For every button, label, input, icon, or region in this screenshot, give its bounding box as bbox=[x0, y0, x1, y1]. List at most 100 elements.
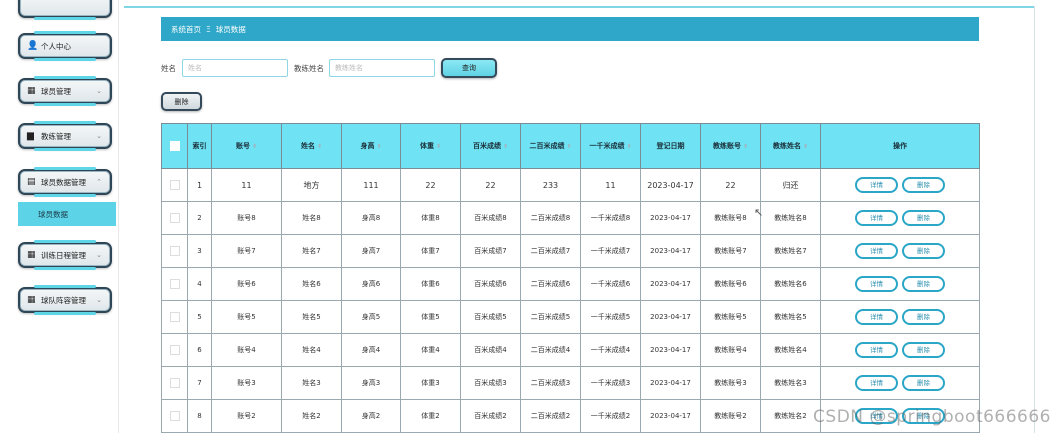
table-cell: 身高2 bbox=[341, 399, 401, 433]
sidebar-item-player-management[interactable]: ▦ 球员管理 ⌄ bbox=[18, 76, 112, 106]
row-actions: 详情 删除 bbox=[820, 333, 980, 367]
row-checkbox[interactable] bbox=[169, 180, 180, 190]
column-header[interactable]: 教练姓名 ⬍ bbox=[760, 123, 821, 169]
batch-delete-button[interactable]: 删除 bbox=[161, 92, 202, 111]
clipboard-icon: ▤ bbox=[27, 177, 36, 187]
table-cell: 二百米成绩4 bbox=[520, 333, 581, 367]
player-data-table: 索引 账号 ⬍ 姓名 ⬍ 身高 ⬍ 体重 ⬍ 百米成绩 ⬍ 二百米成绩 ⬍ 一千米成绩 ⬍ 登记日期 教练账号 ⬍… bbox=[161, 123, 980, 433]
row-checkbox[interactable] bbox=[169, 378, 180, 388]
table-cell: 姓名2 bbox=[281, 399, 342, 433]
sort-icon[interactable]: ⬍ bbox=[743, 143, 748, 150]
row-checkbox[interactable] bbox=[169, 411, 180, 421]
detail-button[interactable]: 详情 bbox=[855, 309, 898, 325]
table-cell: 2023-04-17 bbox=[640, 267, 701, 301]
sort-icon[interactable]: ⬍ bbox=[803, 143, 808, 150]
row-select-cell bbox=[161, 168, 188, 202]
select-all-header[interactable] bbox=[161, 123, 188, 169]
row-select-cell bbox=[161, 399, 188, 433]
sidebar-subitem-player-data[interactable]: 球员数据 bbox=[18, 202, 116, 226]
grid-icon: ▦ bbox=[27, 86, 36, 96]
right-frame-line bbox=[1034, 6, 1035, 433]
sort-icon[interactable]: ⬍ bbox=[252, 143, 257, 150]
name-input[interactable] bbox=[182, 59, 288, 77]
row-checkbox[interactable] bbox=[169, 279, 180, 289]
table-cell: 姓名8 bbox=[281, 201, 342, 235]
sort-icon[interactable]: ⬍ bbox=[503, 143, 508, 150]
sidebar-item-training-schedule[interactable]: ▦ 训练日程管理 ⌄ bbox=[18, 240, 112, 270]
detail-button[interactable]: 详情 bbox=[855, 210, 898, 226]
row-select-cell bbox=[161, 267, 188, 301]
delete-button[interactable]: 删除 bbox=[902, 309, 945, 325]
column-header-label: 百米成绩 bbox=[472, 142, 501, 150]
mouse-cursor-icon: ↖ bbox=[754, 206, 764, 219]
table-cell: 1 bbox=[187, 168, 212, 202]
column-header[interactable]: 一千米成绩 ⬍ bbox=[580, 123, 641, 169]
column-header: 索引 bbox=[187, 123, 212, 169]
table-cell: 体重4 bbox=[400, 333, 461, 367]
column-header-label: 身高 bbox=[360, 142, 375, 150]
row-checkbox[interactable] bbox=[169, 213, 180, 223]
delete-button[interactable]: 删除 bbox=[902, 276, 945, 292]
sort-icon[interactable]: ⬍ bbox=[436, 143, 441, 150]
delete-button[interactable]: 删除 bbox=[902, 177, 945, 193]
sidebar-item-coach-management[interactable]: ▆ 教练管理 ⌄ bbox=[18, 121, 112, 151]
query-button[interactable]: 查询 bbox=[441, 58, 497, 78]
detail-button[interactable]: 详情 bbox=[855, 177, 898, 193]
column-header[interactable]: 身高 ⬍ bbox=[341, 123, 401, 169]
table-cell: 身高8 bbox=[341, 201, 401, 235]
table-row: 2 账号8 姓名8 身高8 体重8 百米成绩8 二百米成绩8 一千米成绩8 2023-04-17… bbox=[161, 201, 980, 235]
table-cell: 2023-04-17 bbox=[640, 333, 701, 367]
name-label: 姓名 bbox=[161, 63, 176, 73]
table-cell: 2 bbox=[187, 201, 212, 235]
delete-button[interactable]: 删除 bbox=[902, 243, 945, 259]
breadcrumb-home[interactable]: 系统首页 bbox=[171, 24, 201, 35]
sort-icon[interactable]: ⬍ bbox=[566, 143, 571, 150]
row-select-cell bbox=[161, 300, 188, 334]
column-header[interactable]: 教练账号 ⬍ bbox=[700, 123, 761, 169]
sort-icon[interactable]: ⬍ bbox=[626, 143, 631, 150]
column-header[interactable]: 姓名 ⬍ bbox=[281, 123, 342, 169]
coach-name-input[interactable] bbox=[329, 59, 435, 77]
table-cell: 二百米成绩2 bbox=[520, 399, 581, 433]
row-actions: 详情 删除 bbox=[820, 201, 980, 235]
select-all-checkbox[interactable] bbox=[169, 141, 180, 151]
sidebar-item-label: 球员管理 bbox=[41, 86, 71, 96]
sidebar-item-team-lineup[interactable]: ▦ 球队阵容管理 ⌄ bbox=[18, 285, 112, 315]
table-cell: 教练姓名5 bbox=[760, 300, 821, 334]
table-cell: 体重6 bbox=[400, 267, 461, 301]
table-cell: 5 bbox=[187, 300, 212, 334]
chevron-down-icon: ⌄ bbox=[96, 87, 102, 95]
detail-button[interactable]: 详情 bbox=[855, 276, 898, 292]
delete-button[interactable]: 删除 bbox=[902, 210, 945, 226]
column-header[interactable]: 二百米成绩 ⬍ bbox=[520, 123, 581, 169]
table-cell: 11 bbox=[211, 168, 282, 202]
column-header-label: 二百米成绩 bbox=[529, 142, 565, 150]
table-cell: 百米成绩4 bbox=[460, 333, 521, 367]
row-checkbox[interactable] bbox=[169, 312, 180, 322]
detail-button[interactable]: 详情 bbox=[855, 342, 898, 358]
sidebar-item-personal-center[interactable]: 👤 个人中心 bbox=[18, 31, 112, 61]
column-header[interactable]: 体重 ⬍ bbox=[400, 123, 461, 169]
sidebar-item-player-data-management[interactable]: ▤ 球员数据管理 ⌃ bbox=[18, 167, 112, 197]
chevron-down-icon: ⌄ bbox=[96, 132, 102, 140]
table-cell: 2023-04-17 bbox=[640, 300, 701, 334]
table-cell: 教练账号8 bbox=[700, 201, 761, 235]
sort-icon[interactable]: ⬍ bbox=[376, 143, 381, 150]
sidebar-item-top-partial[interactable] bbox=[18, 0, 112, 20]
column-header[interactable]: 百米成绩 ⬍ bbox=[460, 123, 521, 169]
delete-button[interactable]: 删除 bbox=[902, 342, 945, 358]
table-cell: 教练账号4 bbox=[700, 333, 761, 367]
table-cell: 二百米成绩5 bbox=[520, 300, 581, 334]
table-cell: 7 bbox=[187, 366, 212, 400]
row-checkbox[interactable] bbox=[169, 345, 180, 355]
detail-button[interactable]: 详情 bbox=[855, 375, 898, 391]
column-header-label: 体重 bbox=[419, 142, 434, 150]
detail-button[interactable]: 详情 bbox=[855, 243, 898, 259]
row-checkbox[interactable] bbox=[169, 246, 180, 256]
sidebar: 👤 个人中心 ▦ 球员管理 ⌄ ▆ 教练管理 ⌄ ▤ 球员数据管理 ⌃ 球员数据… bbox=[0, 0, 119, 433]
delete-button[interactable]: 删除 bbox=[902, 375, 945, 391]
table-cell: 一千米成绩2 bbox=[580, 399, 641, 433]
chevron-down-icon: ⌄ bbox=[96, 251, 102, 259]
column-header[interactable]: 账号 ⬍ bbox=[211, 123, 282, 169]
sort-icon[interactable]: ⬍ bbox=[317, 143, 322, 150]
